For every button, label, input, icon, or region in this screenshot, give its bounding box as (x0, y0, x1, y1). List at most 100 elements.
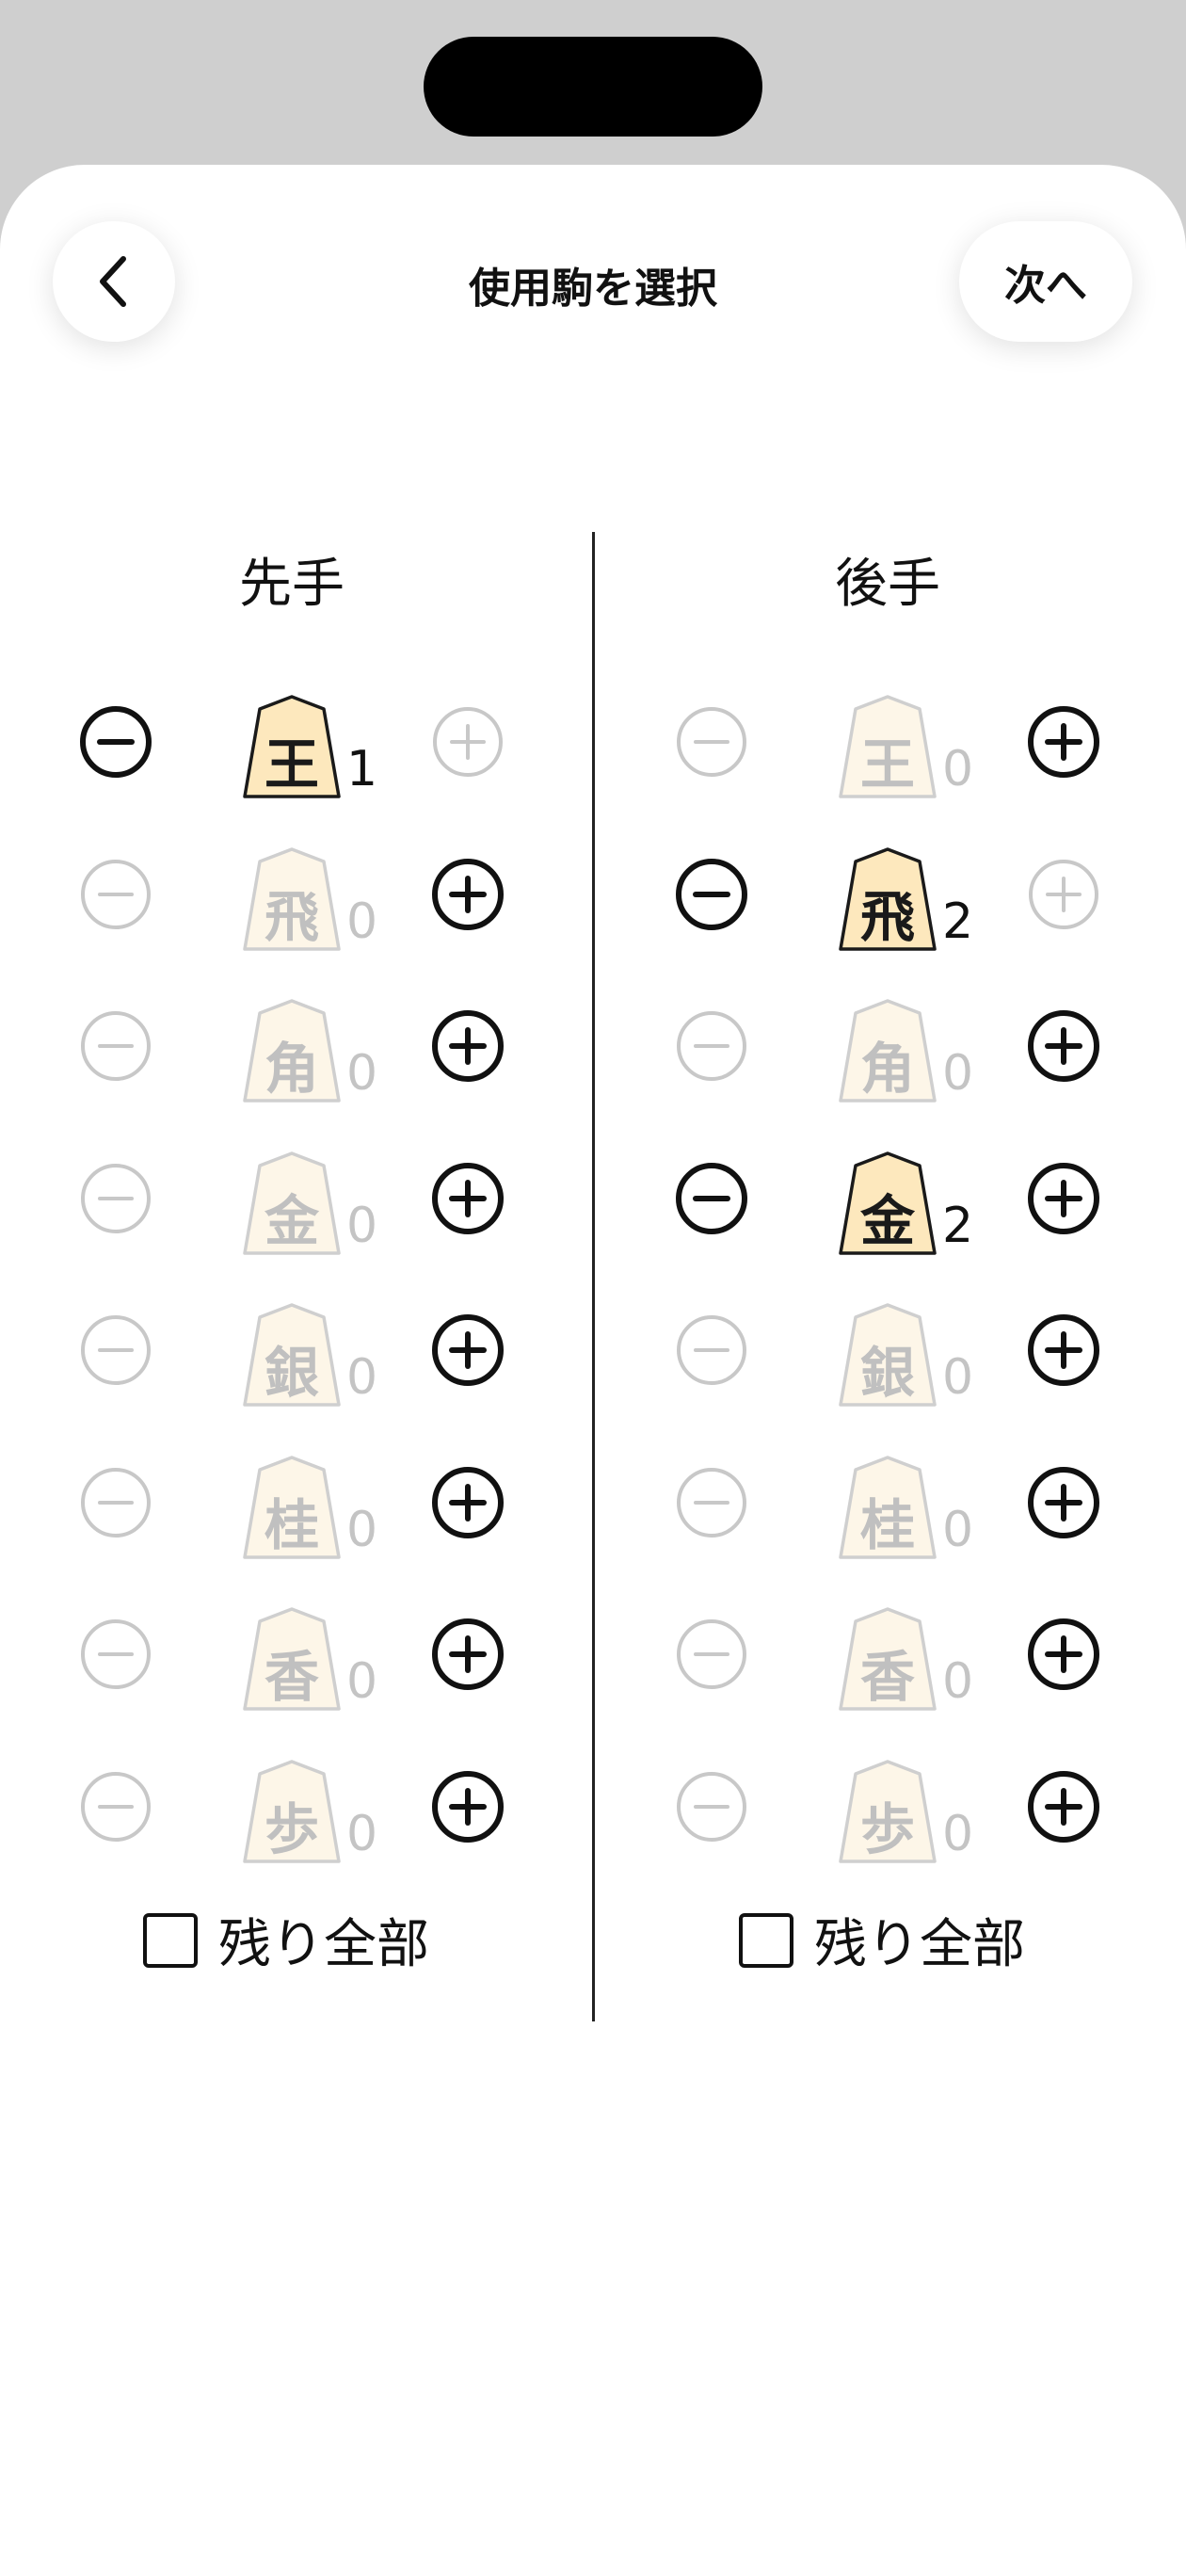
decrement-button[interactable] (79, 1313, 152, 1387)
decrement-button[interactable] (79, 1618, 152, 1691)
shogi-piece: 桂 (241, 1455, 343, 1560)
decrement-button[interactable] (675, 858, 748, 931)
plus-circle-icon (1028, 706, 1099, 778)
increment-button[interactable] (1027, 1618, 1100, 1691)
piece-row: 角0 (596, 974, 1186, 1116)
increment-button[interactable] (431, 1618, 505, 1691)
decrement-button[interactable] (79, 705, 152, 779)
piece-label: 歩 (859, 1796, 915, 1861)
decrement-button[interactable] (675, 1770, 748, 1843)
minus-circle-icon (81, 1619, 151, 1689)
increment-button[interactable] (1027, 1770, 1100, 1843)
shogi-piece: 王 (837, 694, 938, 799)
remaining-all-toggle[interactable]: 残り全部 (739, 1902, 1025, 1978)
piece-label: 飛 (264, 884, 319, 949)
decrement-button[interactable] (675, 1466, 748, 1539)
piece-count: 0 (346, 893, 378, 950)
shogi-piece: 香 (241, 1606, 343, 1712)
shogi-piece: 桂 (837, 1455, 938, 1560)
decrement-button[interactable] (79, 858, 152, 931)
piece-row: 金2 (596, 1127, 1186, 1268)
shogi-piece: 飛 (837, 846, 938, 952)
decrement-button[interactable] (79, 1466, 152, 1539)
plus-circle-icon (432, 1314, 504, 1386)
piece-count: 0 (346, 1045, 378, 1102)
plus-circle-icon (1028, 1618, 1099, 1690)
decrement-button[interactable] (79, 1770, 152, 1843)
piece-count: 0 (942, 1501, 974, 1558)
piece-row: 銀0 (0, 1279, 593, 1420)
column-title: 後手 (835, 554, 940, 615)
increment-button[interactable] (431, 1162, 505, 1235)
minus-circle-icon (81, 1011, 151, 1081)
plus-circle-icon (1028, 1162, 1099, 1234)
increment-button[interactable] (431, 1466, 505, 1539)
increment-button[interactable] (431, 1770, 505, 1843)
piece-label: 桂 (859, 1492, 915, 1557)
decrement-button[interactable] (79, 1162, 152, 1235)
shogi-piece: 飛 (241, 846, 343, 952)
shogi-piece: 銀 (241, 1302, 343, 1408)
piece-row: 銀0 (596, 1279, 1186, 1420)
increment-button[interactable] (1027, 1009, 1100, 1083)
plus-circle-icon (432, 858, 504, 930)
piece-count: 0 (942, 1045, 974, 1102)
piece-count: 0 (346, 1501, 378, 1558)
piece-count: 1 (346, 741, 378, 797)
increment-button[interactable] (431, 1313, 505, 1387)
remaining-all-checkbox[interactable] (739, 1912, 793, 1968)
plus-circle-icon (1029, 859, 1098, 929)
header: 使用駒を選択 次へ (0, 165, 1186, 353)
next-button[interactable]: 次へ (959, 221, 1132, 342)
increment-button[interactable] (1027, 1313, 1100, 1387)
plus-circle-icon (433, 707, 503, 777)
decrement-button[interactable] (675, 1162, 748, 1235)
remaining-all-toggle[interactable]: 残り全部 (143, 1902, 429, 1978)
minus-circle-icon (677, 1011, 746, 1081)
shogi-piece: 王 (241, 694, 343, 799)
piece-label: 王 (264, 733, 319, 797)
increment-button[interactable] (1027, 858, 1100, 931)
decrement-button[interactable] (675, 705, 748, 779)
minus-circle-icon (677, 1619, 746, 1689)
increment-button[interactable] (1027, 705, 1100, 779)
shogi-piece: 角 (837, 998, 938, 1103)
remaining-all-label: 残り全部 (218, 1914, 429, 1975)
minus-circle-icon (81, 1467, 151, 1538)
minus-circle-icon (81, 1771, 151, 1842)
piece-row: 香0 (0, 1583, 593, 1724)
minus-circle-icon (676, 858, 747, 930)
minus-circle-icon (676, 1162, 747, 1234)
decrement-button[interactable] (675, 1618, 748, 1691)
plus-circle-icon (432, 1618, 504, 1690)
increment-button[interactable] (431, 705, 505, 779)
decrement-button[interactable] (79, 1009, 152, 1083)
plus-circle-icon (1028, 1314, 1099, 1386)
piece-row: 飛0 (0, 823, 593, 964)
piece-count: 2 (942, 1197, 974, 1254)
plus-circle-icon (1028, 1770, 1099, 1843)
piece-row: 飛2 (596, 823, 1186, 964)
decrement-button[interactable] (675, 1313, 748, 1387)
minus-circle-icon (677, 1467, 746, 1538)
increment-button[interactable] (1027, 1466, 1100, 1539)
increment-button[interactable] (431, 858, 505, 931)
dynamic-island (424, 37, 762, 137)
minus-circle-icon (81, 1163, 151, 1233)
decrement-button[interactable] (675, 1009, 748, 1083)
piece-label: 金 (264, 1188, 319, 1253)
shogi-piece: 銀 (837, 1302, 938, 1408)
plus-circle-icon (432, 1162, 504, 1234)
shogi-piece: 香 (837, 1606, 938, 1712)
piece-count: 0 (942, 1349, 974, 1406)
increment-button[interactable] (431, 1009, 505, 1083)
remaining-all-checkbox[interactable] (143, 1912, 198, 1968)
plus-circle-icon (432, 1770, 504, 1843)
piece-row: 王1 (0, 670, 593, 812)
increment-button[interactable] (1027, 1162, 1100, 1235)
piece-label: 桂 (264, 1492, 319, 1557)
shogi-piece: 金 (837, 1151, 938, 1256)
piece-label: 角 (859, 1037, 915, 1101)
minus-circle-icon (80, 706, 152, 778)
minus-circle-icon (677, 707, 746, 777)
